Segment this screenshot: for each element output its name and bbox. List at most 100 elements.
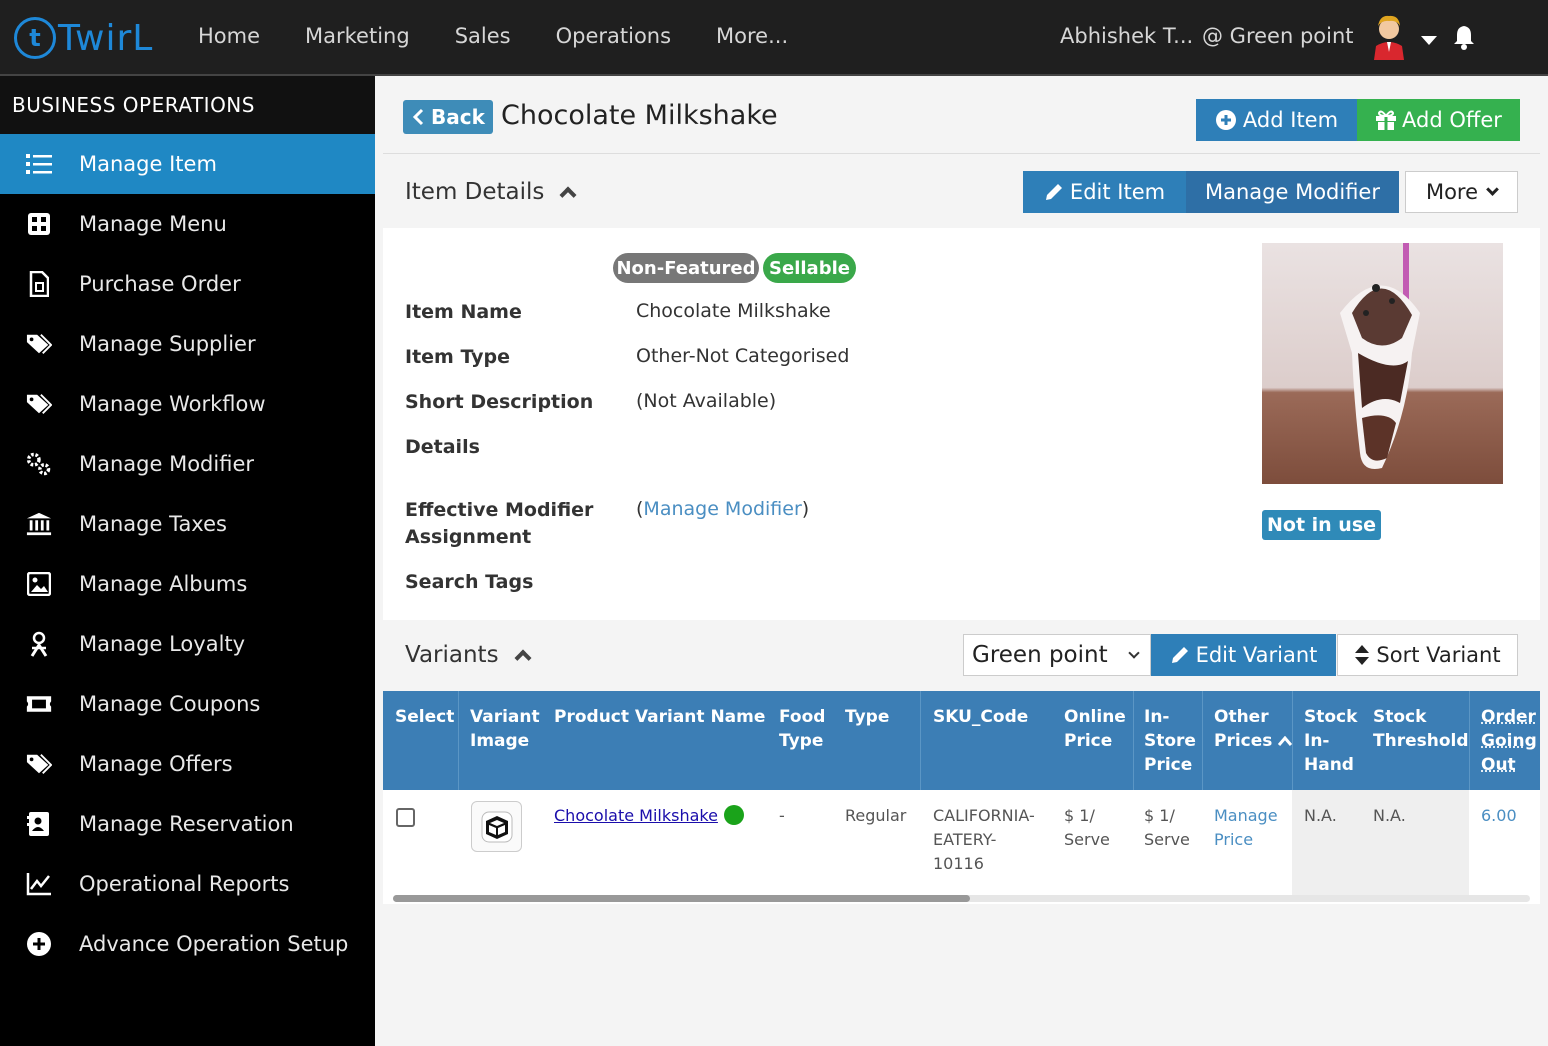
col-stock-in-hand-line2: In- [1304, 731, 1330, 751]
item-type-value: Other-Not Categorised [636, 345, 850, 367]
sidebar-item-label: Manage Reservation [79, 812, 294, 836]
nav-operations[interactable]: Operations [556, 24, 671, 48]
sidebar-item-label: Manage Coupons [79, 692, 261, 716]
column-divider [1292, 691, 1293, 790]
grid-icon [26, 211, 52, 237]
variant-image[interactable] [471, 801, 522, 852]
col-online-price-line2: Price [1064, 731, 1113, 751]
sidebar-item-manage-albums[interactable]: Manage Albums [0, 554, 375, 614]
logo-mark-icon: t [14, 17, 56, 59]
sidebar-item-manage-offers[interactable]: Manage Offers [0, 734, 375, 794]
pencil-icon [1171, 647, 1188, 663]
edit-variant-button[interactable]: Edit Variant [1151, 634, 1336, 676]
nav-marketing[interactable]: Marketing [305, 24, 410, 48]
column-divider [1469, 691, 1470, 790]
col-other-prices-line1: Other [1214, 707, 1269, 727]
avatar[interactable] [1370, 12, 1408, 60]
edit-item-label: Edit Item [1069, 180, 1166, 204]
sidebar-item-operational-reports[interactable]: Operational Reports [0, 854, 375, 914]
col-product-variant-name: Product Variant Name [554, 707, 766, 727]
item-details-title: Item Details [405, 179, 545, 205]
nav-home[interactable]: Home [198, 24, 260, 48]
cube-icon [481, 811, 512, 842]
online-price-cell: $ 1/Serve [1064, 804, 1110, 852]
col-order-going-out[interactable]: Order Going Out [1481, 705, 1537, 777]
sidebar-item-manage-workflow[interactable]: Manage Workflow [0, 374, 375, 434]
tags-icon [26, 751, 52, 777]
sidebar-item-advance-operation-setup[interactable]: Advance Operation Setup [0, 914, 375, 974]
online-price-line2: Serve [1064, 830, 1110, 849]
image-icon [26, 571, 52, 597]
sku-line2: EATERY- [933, 830, 997, 849]
document-icon [26, 271, 52, 297]
sidebar-item-label: Manage Loyalty [79, 632, 246, 656]
variant-name-cell: Chocolate Milkshake [554, 804, 744, 828]
variants-table: Select Variant Image Product Variant Name… [383, 691, 1540, 904]
col-variant-image-line2: Image [470, 731, 530, 751]
sidebar-item-manage-coupons[interactable]: Manage Coupons [0, 674, 375, 734]
scrollbar-thumb[interactable] [393, 895, 970, 902]
manage-price-link[interactable]: Manage Price [1214, 804, 1278, 852]
sidebar-item-manage-supplier[interactable]: Manage Supplier [0, 314, 375, 374]
manage-modifier-button[interactable]: Manage Modifier [1186, 171, 1399, 213]
sidebar-item-label: Operational Reports [79, 872, 290, 896]
sellable-badge: Sellable [763, 253, 856, 283]
location-name[interactable]: @ Green point [1202, 24, 1354, 48]
edit-item-button[interactable]: Edit Item [1023, 171, 1186, 213]
add-offer-label: Add Offer [1402, 108, 1502, 132]
store-select-value: Green point [972, 642, 1108, 668]
user-menu-caret-icon[interactable] [1421, 36, 1437, 45]
sort-variant-label: Sort Variant [1376, 643, 1501, 667]
item-name-value: Chocolate Milkshake [636, 300, 831, 322]
sidebar-item-label: Manage Menu [79, 212, 227, 236]
sidebar-item-purchase-order[interactable]: Purchase Order [0, 254, 375, 314]
back-label: Back [431, 105, 485, 129]
user-name[interactable]: Abhishek T... [1060, 24, 1193, 48]
variants-toggle[interactable]: Variants [405, 642, 532, 668]
more-label: More [1425, 180, 1479, 204]
col-online-price-line1: Online [1064, 707, 1126, 727]
details-label: Details [405, 436, 480, 458]
online-price-line1: $ 1/ [1064, 806, 1095, 825]
sidebar-item-manage-loyalty[interactable]: Manage Loyalty [0, 614, 375, 674]
add-item-label: Add Item [1242, 108, 1339, 132]
col-other-prices[interactable]: Other Prices [1214, 705, 1293, 753]
nav-more[interactable]: More... [716, 24, 788, 48]
tags-icon [26, 391, 52, 417]
contact-card-icon [26, 811, 52, 837]
horizontal-scrollbar[interactable] [393, 895, 1530, 902]
add-offer-button[interactable]: Add Offer [1357, 99, 1520, 141]
add-item-button[interactable]: Add Item [1196, 99, 1357, 141]
edit-variant-label: Edit Variant [1195, 643, 1318, 667]
store-select[interactable]: Green point [963, 634, 1151, 676]
item-details-toggle[interactable]: Item Details [405, 179, 577, 205]
more-dropdown[interactable]: More [1405, 171, 1518, 213]
twirl-logo[interactable]: t TwirL [14, 14, 153, 62]
row-select-checkbox[interactable] [396, 808, 415, 827]
sidebar-item-label: Manage Offers [79, 752, 233, 776]
col-order-going-out-line1: Order [1481, 707, 1536, 727]
sidebar-item-manage-menu[interactable]: Manage Menu [0, 194, 375, 254]
sidebar-item-manage-taxes[interactable]: Manage Taxes [0, 494, 375, 554]
product-image[interactable] [1262, 243, 1503, 484]
variant-name-link[interactable]: Chocolate Milkshake [554, 806, 718, 825]
order-going-out-cell[interactable]: 6.00 [1481, 804, 1517, 828]
veg-indicator-icon [723, 804, 744, 825]
sort-variant-button[interactable]: Sort Variant [1337, 634, 1518, 676]
ticket-icon [26, 691, 52, 717]
sidebar-item-manage-modifier[interactable]: Manage Modifier [0, 434, 375, 494]
bell-icon[interactable] [1452, 24, 1476, 50]
sidebar-item-manage-item[interactable]: Manage Item [0, 134, 375, 194]
nav-sales[interactable]: Sales [455, 24, 511, 48]
manage-modifier-label: Manage Modifier [1204, 180, 1380, 204]
col-order-going-out-line2: Going [1481, 731, 1537, 751]
sidebar-item-label: Manage Supplier [79, 332, 256, 356]
main-nav: Home Marketing Sales Operations More... [198, 24, 833, 48]
sidebar-item-manage-reservation[interactable]: Manage Reservation [0, 794, 375, 854]
col-type: Type [845, 707, 890, 727]
col-stock-in-hand-line3: Hand [1304, 755, 1354, 775]
col-select: Select [395, 707, 455, 727]
back-button[interactable]: Back [403, 100, 493, 134]
gift-icon [1376, 110, 1397, 130]
manage-modifier-link[interactable]: Manage Modifier [643, 498, 801, 520]
